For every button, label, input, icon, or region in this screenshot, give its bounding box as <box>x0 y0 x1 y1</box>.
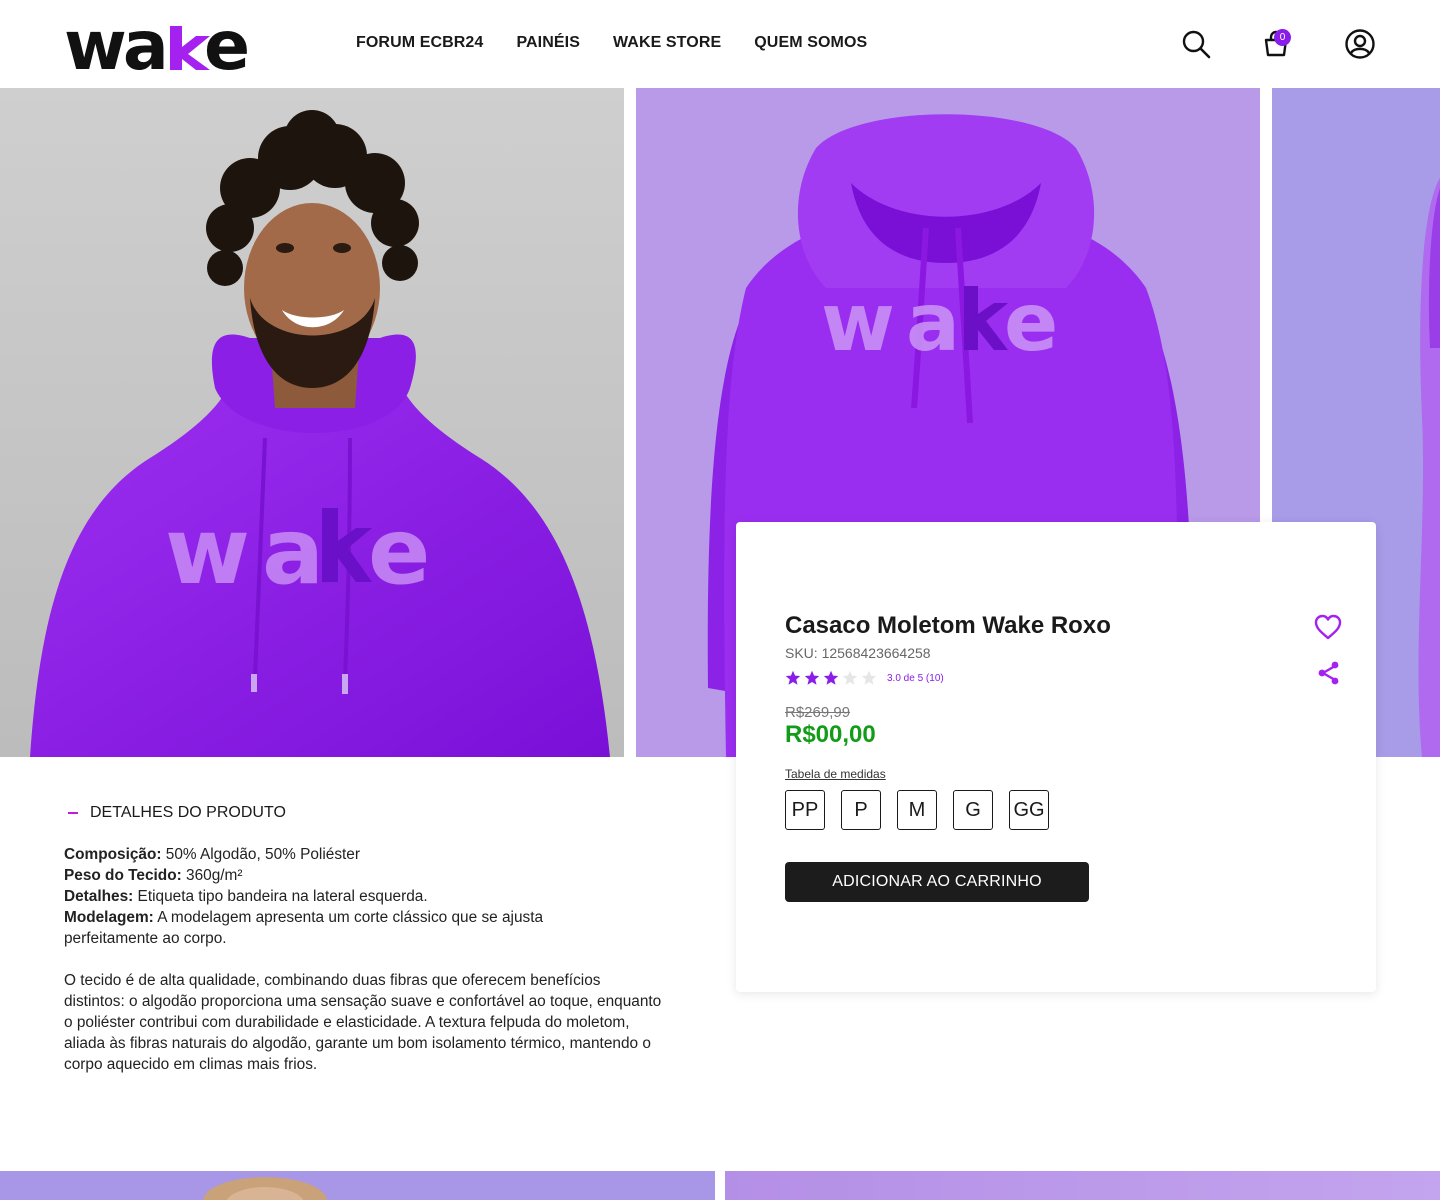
current-price: R$00,00 <box>785 721 876 748</box>
svg-text:w: w <box>821 276 893 369</box>
svg-text:a: a <box>906 276 955 369</box>
star-empty-icon <box>842 670 858 685</box>
share-button[interactable] <box>1316 660 1342 686</box>
product-info-card: Casaco Moletom Wake Roxo SKU: 1256842366… <box>736 522 1376 992</box>
size-option-g[interactable]: G <box>953 790 993 830</box>
wake-logo-graphic: wa e <box>64 7 251 86</box>
size-option-gg[interactable]: GG <box>1009 790 1049 830</box>
product-title: Casaco Moletom Wake Roxo <box>785 612 1111 639</box>
details-specs: Composição: 50% Algodão, 50% Poliéster P… <box>64 844 664 949</box>
share-icon <box>1318 661 1339 685</box>
collapse-dash-icon <box>68 812 78 814</box>
svg-text:a: a <box>262 498 319 605</box>
cart-count-badge: 0 <box>1274 29 1291 46</box>
size-option-m[interactable]: M <box>897 790 937 830</box>
nav-paineis[interactable]: PAINÉIS <box>516 34 580 52</box>
spec-composition: Composição: 50% Algodão, 50% Poliéster <box>64 846 360 863</box>
spec-fit: Modelagem: A modelagem apresenta um cort… <box>64 909 544 947</box>
star-filled-icon <box>804 670 820 685</box>
old-price: R$269,99 <box>785 704 851 721</box>
details-heading: DETALHES DO PRODUTO <box>90 804 286 821</box>
svg-text:wa: wa <box>64 14 165 74</box>
related-photo-left <box>0 1171 715 1200</box>
svg-text:e: e <box>1004 276 1055 369</box>
size-option-pp[interactable]: PP <box>785 790 825 830</box>
gallery-image-model[interactable]: w a e <box>0 88 624 757</box>
spec-details: Detalhes: Etiqueta tipo bandeira na late… <box>64 888 428 905</box>
svg-text:w: w <box>165 498 247 605</box>
star-filled-icon <box>785 670 801 685</box>
nav-quem-somos[interactable]: QUEM SOMOS <box>754 34 867 52</box>
details-toggle[interactable]: DETALHES DO PRODUTO <box>68 804 664 822</box>
nav-forum-ecbr24[interactable]: FORUM ECBR24 <box>356 34 483 52</box>
wake-logo[interactable]: wa e <box>64 7 251 86</box>
rating-summary: 3.0 de 5 (10) <box>887 672 944 684</box>
product-sku: SKU: 12568423664258 <box>785 645 931 661</box>
site-header: wa e FORUM ECBR24 PAINÉIS WAKE STORE QUE… <box>0 0 1440 88</box>
cart-button[interactable]: 0 <box>1260 28 1292 60</box>
search-button[interactable] <box>1180 28 1212 60</box>
star-empty-icon <box>861 670 877 685</box>
search-icon <box>1182 30 1211 59</box>
add-to-cart-button[interactable]: ADICIONAR AO CARRINHO <box>785 862 1089 902</box>
nav-wake-store[interactable]: WAKE STORE <box>613 34 721 52</box>
product-rating[interactable]: 3.0 de 5 (10) <box>785 670 944 686</box>
size-selector: PP P M G GG <box>785 790 1049 830</box>
favorite-button[interactable] <box>1313 612 1343 642</box>
details-description: O tecido é de alta qualidade, combinando… <box>64 972 662 1073</box>
related-photo-right <box>725 1171 1440 1200</box>
svg-text:e: e <box>368 498 426 605</box>
product-details: DETALHES DO PRODUTO Composição: 50% Algo… <box>64 804 664 1075</box>
spec-fabric-weight: Peso do Tecido: 360g/m² <box>64 867 243 884</box>
main-nav: FORUM ECBR24 PAINÉIS WAKE STORE QUEM SOM… <box>356 34 867 52</box>
heart-icon <box>1314 614 1342 640</box>
related-image-left[interactable] <box>0 1171 715 1200</box>
user-circle-icon <box>1345 29 1375 59</box>
model-photo: w a e <box>0 88 624 757</box>
size-table-link[interactable]: Tabela de medidas <box>785 767 886 781</box>
svg-text:e: e <box>204 14 247 74</box>
star-filled-icon <box>823 670 839 685</box>
account-button[interactable] <box>1344 28 1376 60</box>
size-option-p[interactable]: P <box>841 790 881 830</box>
related-image-right[interactable] <box>725 1171 1440 1200</box>
